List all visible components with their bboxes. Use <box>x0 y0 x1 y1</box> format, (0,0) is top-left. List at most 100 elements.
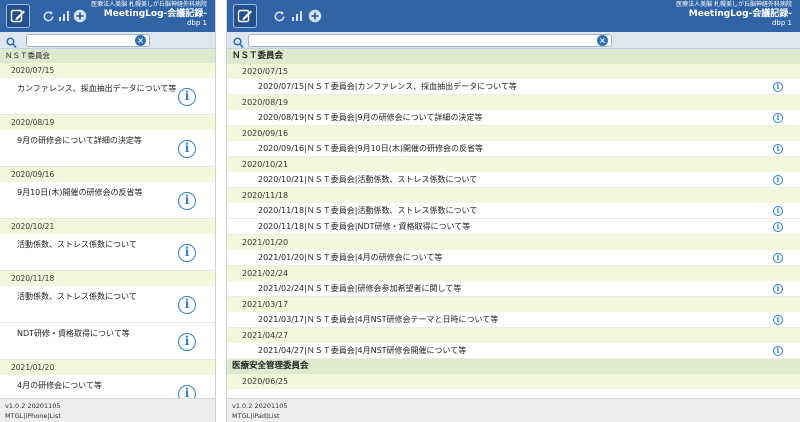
list-item[interactable]: 2021/03/17|ＮＳＴ委員会|4月NST研修会テーマと日時について等 i <box>227 312 800 328</box>
info-icon[interactable]: i <box>773 315 783 325</box>
search-bar: × <box>0 32 215 49</box>
item-title: 2020/11/18|ＮＳＴ委員会|活動係数、ストレス係数について <box>258 206 478 215</box>
header-title: 医療法人美脳 札幌美しが丘脳神経外科病院 MeetingLog-会議記録- db… <box>91 1 207 27</box>
list-item[interactable]: 活動係数、ストレス係数について i <box>0 286 215 323</box>
date-header: 2020/09/16 <box>0 167 215 182</box>
list-item[interactable]: 9月の研修会について詳細の決定等 i <box>0 130 215 167</box>
version-text: v1.0.2 20201105 <box>232 402 288 410</box>
list-item[interactable]: 2021/01/20|ＮＳＴ委員会|4月の研修会について等 i <box>227 250 800 266</box>
date-header: 2020/08/19 <box>0 115 215 130</box>
header-title: 医療法人美脳 札幌美しが丘脳神経外科病院 MeetingLog-会議記録- db… <box>676 1 792 28</box>
list-item[interactable]: 2020/10/21|ＮＳＴ委員会|活動係数、ストレス係数について i <box>227 172 800 188</box>
date-header: 2021/01/20 <box>0 360 215 375</box>
info-icon[interactable]: i <box>178 385 196 398</box>
search-icon <box>233 34 244 49</box>
item-title: 2020/08/19|ＮＳＴ委員会|9月の研修会について詳細の決定等 <box>258 113 483 122</box>
list-item[interactable]: 活動係数、ストレス係数について i <box>0 234 215 271</box>
footer: v1.0.2 20201105 MTGL|iPhone|List <box>0 398 215 422</box>
item-title: 2020/09/16|ＮＳＴ委員会|9月10日(木)開催の研修会の反省等 <box>258 144 484 153</box>
org-name: 医療法人美脳 札幌美しが丘脳神経外科病院 <box>676 1 792 8</box>
item-title: 活動係数、ストレス係数について <box>17 240 137 249</box>
item-title: 2020/07/15|ＮＳＴ委員会|カンファレンス、採血抽出データについて等 <box>258 82 517 91</box>
info-icon[interactable]: i <box>178 244 196 262</box>
item-title: 2021/03/17|ＮＳＴ委員会|4月NST研修会テーマと日時について等 <box>258 315 499 324</box>
search-bar: × <box>227 32 800 49</box>
item-title: カンファレンス、採血抽出データについて等 <box>17 84 177 93</box>
date-header: 2020/10/21 <box>0 219 215 234</box>
app-title: MeetingLog-会議記録- <box>688 8 792 19</box>
info-icon[interactable]: i <box>773 346 783 356</box>
mode-text: MTGL|iPad|List <box>232 412 280 420</box>
list-item[interactable]: 2020/11/18|ＮＳＴ委員会|NDT研修・資格取得について等 i <box>227 219 800 235</box>
db-label: dbp 1 <box>771 19 792 28</box>
app-title: MeetingLog-会議記録- <box>103 8 207 19</box>
date-header: 2021/02/24 <box>227 266 800 281</box>
info-icon[interactable]: i <box>178 88 196 106</box>
info-icon[interactable]: i <box>773 113 783 123</box>
app-header: 医療法人美脳 札幌美しが丘脳神経外科病院 MeetingLog-会議記録- db… <box>0 0 215 32</box>
search-input[interactable] <box>26 34 150 47</box>
clear-search-icon[interactable]: × <box>135 35 146 46</box>
version-text: v1.0.2 20201105 <box>5 402 61 410</box>
item-title: 4月の研修会について等 <box>17 381 102 390</box>
group-header: 医療安全管理委員会 <box>227 359 800 374</box>
search-input[interactable] <box>248 34 612 47</box>
date-header: 2021/01/20 <box>227 235 800 250</box>
list-item[interactable]: 2020/08/19|ＮＳＴ委員会|9月の研修会について詳細の決定等 i <box>227 110 800 126</box>
add-icon[interactable] <box>303 4 327 28</box>
date-header: 2020/11/18 <box>227 188 800 203</box>
iphone-pane: 医療法人美脳 札幌美しが丘脳神経外科病院 MeetingLog-会議記録- db… <box>0 0 216 422</box>
list-item[interactable]: 2020/11/18|ＮＳＴ委員会|活動係数、ストレス係数について i <box>227 203 800 219</box>
item-title: 2021/01/20|ＮＳＴ委員会|4月の研修会について等 <box>258 253 443 262</box>
info-icon[interactable]: i <box>178 192 196 210</box>
info-icon[interactable]: i <box>178 333 196 351</box>
date-header: 2020/08/19 <box>227 95 800 110</box>
app-header: 医療法人美脳 札幌美しが丘脳神経外科病院 MeetingLog-会議記録- db… <box>227 0 800 32</box>
date-header: 2020/09/16 <box>227 126 800 141</box>
date-header: 2020/06/25 <box>227 374 800 389</box>
list-item[interactable]: カンファレンス、採血抽出データについて等 i <box>0 78 215 115</box>
info-icon[interactable]: i <box>773 222 783 232</box>
item-title: 活動係数、ストレス係数について <box>17 292 137 301</box>
item-title: 9月10日(木)開催の研修会の反省等 <box>17 188 143 197</box>
item-title: 2020/11/18|ＮＳＴ委員会|NDT研修・資格取得について等 <box>258 222 471 231</box>
search-icon <box>6 34 17 49</box>
pane-gutter <box>216 0 226 422</box>
list-item[interactable]: 9月10日(木)開催の研修会の反省等 i <box>0 182 215 219</box>
item-title: 2020/10/21|ＮＳＴ委員会|活動係数、ストレス係数について <box>258 175 478 184</box>
info-icon[interactable]: i <box>178 140 196 158</box>
item-title: 2021/04/27|ＮＳＴ委員会|4月NST研修会開催について等 <box>258 346 467 355</box>
info-icon[interactable]: i <box>773 206 783 216</box>
org-name: 医療法人美脳 札幌美しが丘脳神経外科病院 <box>91 1 207 8</box>
add-icon[interactable] <box>68 4 92 28</box>
info-icon[interactable]: i <box>773 253 783 263</box>
list-item[interactable]: 4月の研修会について等 i <box>0 375 215 398</box>
date-header: 2021/03/17 <box>227 297 800 312</box>
list-item[interactable]: 2021/02/24|ＮＳＴ委員会|研修会参加希望者に関して等 i <box>227 281 800 297</box>
info-icon[interactable]: i <box>773 175 783 185</box>
date-header: 2021/04/27 <box>227 328 800 343</box>
date-header: 2020/11/18 <box>0 271 215 286</box>
list-item[interactable]: 2021/04/27|ＮＳＴ委員会|4月NST研修会開催について等 i <box>227 343 800 359</box>
clear-search-icon[interactable]: × <box>597 35 608 46</box>
meeting-list: ＮＳＴ委員会 2020/07/15 2020/07/15|ＮＳＴ委員会|カンファレン… <box>227 49 800 398</box>
info-icon[interactable]: i <box>773 82 783 92</box>
info-icon[interactable]: i <box>773 284 783 294</box>
logo-pencil-icon[interactable] <box>233 4 257 28</box>
mode-text: MTGL|iPhone|List <box>5 412 61 420</box>
group-header: ＮＳＴ委員会 <box>227 49 800 64</box>
list-item[interactable]: NDT研修・資格取得について等 i <box>0 323 215 360</box>
list-item[interactable]: 2020/09/16|ＮＳＴ委員会|9月10日(木)開催の研修会の反省等 i <box>227 141 800 157</box>
logo-pencil-icon[interactable] <box>6 4 30 28</box>
list-item[interactable]: 2020/07/15|ＮＳＴ委員会|カンファレンス、採血抽出データについて等 i <box>227 79 800 95</box>
item-title: NDT研修・資格取得について等 <box>17 329 130 338</box>
ipad-pane: 医療法人美脳 札幌美しが丘脳神経外科病院 MeetingLog-会議記録- db… <box>226 0 800 422</box>
item-title: 2021/02/24|ＮＳＴ委員会|研修会参加希望者に関して等 <box>258 284 462 293</box>
info-icon[interactable]: i <box>773 144 783 154</box>
meeting-list: ＮＳＴ委員会 2020/07/15 カンファレンス、採血抽出データについて等 i 202… <box>0 49 215 398</box>
footer: v1.0.2 20201105 MTGL|iPad|List <box>227 398 800 422</box>
info-icon[interactable]: i <box>178 296 196 314</box>
date-header: 2020/07/15 <box>227 64 800 79</box>
item-title: 9月の研修会について詳細の決定等 <box>17 136 142 145</box>
date-header: 2020/07/15 <box>0 63 215 78</box>
